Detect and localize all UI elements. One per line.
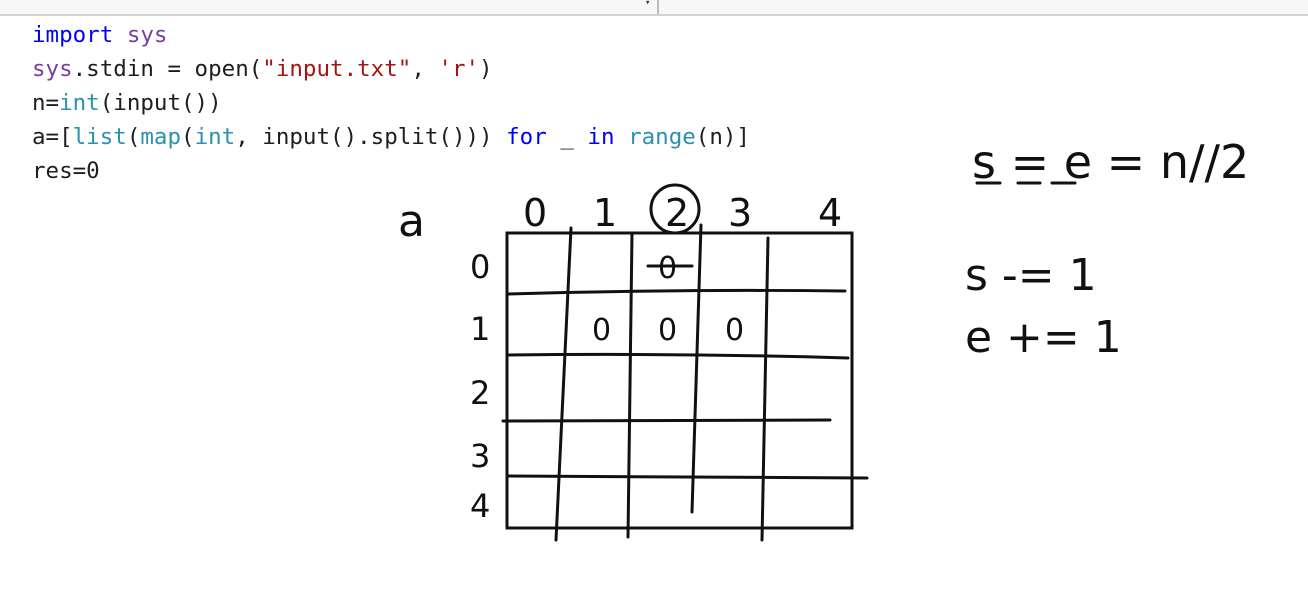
column-header: 2 bbox=[665, 191, 689, 235]
row-header: 0 bbox=[470, 248, 490, 286]
column-header: 0 bbox=[523, 191, 547, 235]
grid-hline bbox=[505, 474, 869, 480]
matrix-cell-value: 0 bbox=[592, 313, 611, 348]
row-header: 1 bbox=[470, 310, 490, 348]
row-header: 3 bbox=[470, 437, 490, 475]
row-header: 2 bbox=[470, 374, 490, 412]
grid-vline bbox=[554, 226, 573, 542]
matrix-cell-value: 0 bbox=[658, 251, 677, 286]
s-decrement-annotation: s -= 1 bbox=[965, 250, 1097, 301]
grid-vline bbox=[760, 236, 770, 542]
matrix-cell-value: 0 bbox=[658, 313, 677, 348]
formula-annotation: s = e = n//2 bbox=[972, 135, 1249, 189]
handwritten-annotations: a 0 1 2 3 40123400 0 0s = e = n//2s -= 1e += 1 bbox=[398, 135, 1249, 542]
row-header: 4 bbox=[470, 487, 490, 525]
grid-hline bbox=[505, 352, 850, 360]
column-header: 3 bbox=[728, 191, 752, 235]
grid-hline bbox=[505, 288, 847, 296]
matrix-label: a bbox=[398, 196, 425, 247]
column-header: 4 bbox=[818, 191, 842, 235]
matrix-cell-value: 0 bbox=[725, 313, 744, 348]
grid-vline bbox=[690, 223, 703, 514]
column-header: 1 bbox=[593, 191, 617, 235]
grid-hline bbox=[501, 418, 832, 423]
grid-vline bbox=[626, 231, 634, 539]
e-increment-annotation: e += 1 bbox=[965, 312, 1122, 363]
